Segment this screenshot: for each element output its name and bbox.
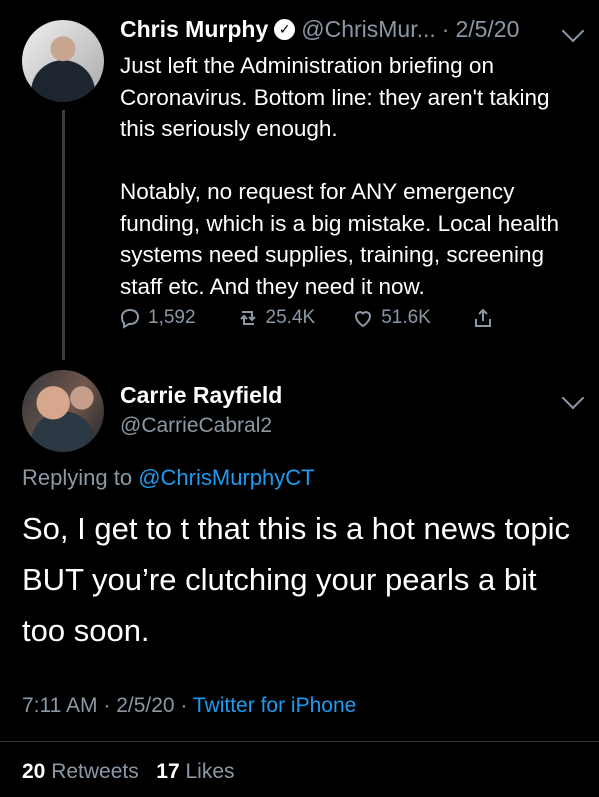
author-avatar[interactable]	[22, 20, 104, 102]
divider	[0, 741, 599, 742]
retweets-stat[interactable]: 20 Retweets	[22, 760, 139, 783]
heart-icon	[355, 311, 372, 328]
tweet-actions: 1,592 25.4K 51.6K	[118, 306, 495, 330]
likes-stat[interactable]: 17 Likes	[156, 760, 234, 783]
reply-author-handle[interactable]: @CarrieCabral2	[120, 414, 272, 438]
replying-to-link[interactable]: @ChrisMurphyCT	[138, 465, 314, 490]
retweets-label: Retweets	[51, 760, 139, 783]
tweet-meta-date: 2/5/20	[116, 694, 175, 717]
share-button[interactable]	[471, 306, 495, 330]
like-count: 51.6K	[381, 307, 431, 328]
retweet-icon	[239, 311, 256, 325]
tweet-meta: 7:11 AM · 2/5/20 · Twitter for iPhone	[22, 694, 356, 718]
tweet-time: 7:11 AM	[22, 694, 98, 717]
like-button[interactable]: 51.6K	[351, 306, 431, 330]
reply-button[interactable]: 1,592	[118, 306, 196, 330]
author-handle[interactable]: @ChrisMur...	[301, 16, 436, 43]
reply-text: So, I get to t that this is a hot news t…	[22, 511, 570, 648]
reply-count: 1,592	[148, 307, 196, 328]
tweet-header: Chris Murphy ✓ @ChrisMur... · 2/5/20	[120, 16, 519, 43]
replying-to-label: Replying to	[22, 465, 133, 490]
meta-separator: ·	[180, 694, 188, 717]
retweet-count: 25.4K	[265, 307, 316, 328]
replying-to: Replying to @ChrisMurphyCT	[22, 465, 315, 491]
share-icon	[474, 308, 491, 327]
likes-label: Likes	[185, 760, 235, 783]
reply-icon	[120, 308, 140, 329]
chevron-down-icon[interactable]	[561, 19, 585, 43]
source-link[interactable]: Twitter for iPhone	[193, 694, 356, 717]
date-separator: ·	[441, 16, 450, 42]
meta-separator: ·	[103, 694, 111, 717]
reply-chevron-down-icon[interactable]	[561, 386, 585, 410]
engagement-stats: 20 Retweets 17 Likes	[22, 760, 235, 784]
retweet-button[interactable]: 25.4K	[236, 306, 316, 330]
reply-author-avatar[interactable]	[22, 370, 104, 452]
like-total: 17	[156, 760, 180, 783]
retweet-total: 20	[22, 760, 46, 783]
verified-icon: ✓	[274, 19, 296, 40]
author-name[interactable]: Chris Murphy	[120, 16, 268, 43]
tweet-text: Just left the Administration briefing on…	[120, 53, 560, 299]
parent-tweet[interactable]: Chris Murphy ✓ @ChrisMur... · 2/5/20 Jus…	[0, 0, 599, 360]
reply-author-name[interactable]: Carrie Rayfield	[120, 382, 282, 409]
thread-line	[62, 110, 65, 360]
tweet-date[interactable]: 2/5/20	[455, 16, 519, 43]
